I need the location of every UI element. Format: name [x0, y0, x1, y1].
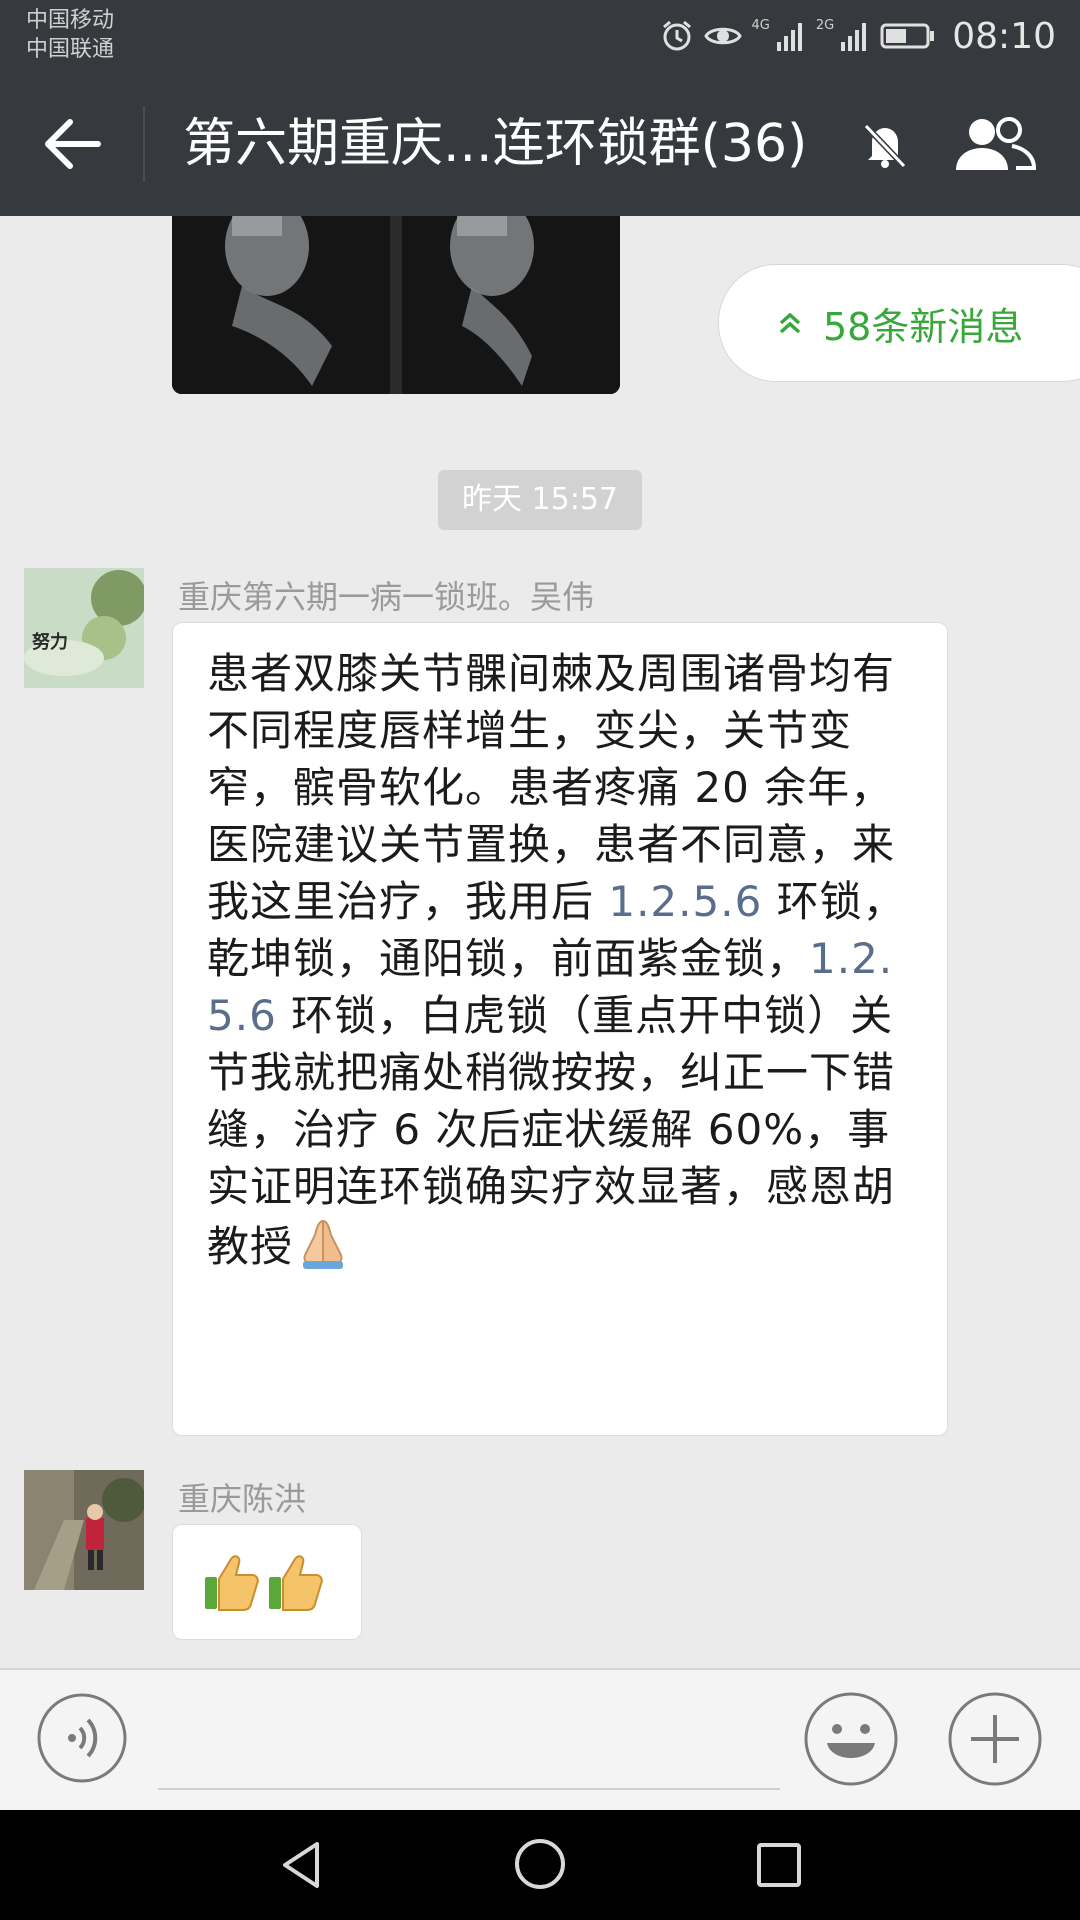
new-messages-button[interactable]: 58条新消息	[718, 264, 1080, 382]
xray-image	[172, 216, 620, 394]
voice-icon	[37, 1693, 127, 1783]
sender-name: 重庆陈洪	[178, 1480, 307, 1518]
input-bar	[0, 1668, 1080, 1812]
avatar-label: 努力	[32, 632, 68, 653]
thumbs-up-icon	[205, 1555, 323, 1611]
message-timestamp: 昨天 15:57	[438, 470, 642, 530]
message-input[interactable]	[158, 1788, 780, 1790]
clock: 08:10	[952, 15, 1056, 57]
carrier-1: 中国移动	[26, 8, 115, 33]
message-bubble[interactable]: 患者双膝关节髁间棘及周围诸骨均有不同程度唇样增生，变尖，关节变窄，髌骨软化。患者…	[172, 622, 948, 1436]
eye-icon	[703, 21, 742, 51]
avatar-image	[24, 1470, 144, 1590]
chat-title: 第六期重庆...连环锁群(36)	[183, 114, 808, 174]
system-nav-bar	[0, 1810, 1080, 1920]
nav-home-icon	[515, 1839, 565, 1889]
avatar[interactable]	[24, 1470, 144, 1590]
back-arrow-icon	[45, 119, 101, 169]
header-divider	[143, 106, 145, 182]
signal-icon-2	[840, 20, 870, 52]
message-text: 患者双膝关节髁间棘及周围诸骨均有不同程度唇样增生，变尖，关节变窄，髌骨软化。患者…	[207, 649, 906, 1271]
back-button[interactable]	[40, 114, 104, 174]
nav-home-button[interactable]	[512, 1836, 568, 1892]
carrier-2: 中国联通	[26, 37, 115, 62]
alarm-icon	[660, 19, 694, 53]
emoji-button[interactable]	[803, 1691, 899, 1787]
message-bubble[interactable]	[172, 1524, 362, 1640]
mute-bell-icon	[858, 118, 912, 172]
battery-icon	[880, 22, 936, 50]
folded-hands-icon	[303, 1219, 344, 1269]
nav-back-button[interactable]	[275, 1838, 329, 1892]
carrier-info: 中国移动 中国联通	[26, 6, 114, 64]
chat-header: 第六期重庆...连环锁群(36)	[0, 72, 1080, 216]
status-icons: 4G 2G 08:10	[660, 12, 1056, 60]
group-members-button[interactable]	[952, 112, 1038, 176]
plus-icon	[948, 1692, 1042, 1786]
sender-name: 重庆第六期一病一锁班。吴伟	[178, 578, 595, 616]
signal-icon	[776, 20, 806, 52]
network-type-2: 2G	[815, 18, 835, 33]
nav-back-icon	[283, 1842, 319, 1888]
more-button[interactable]	[947, 1691, 1043, 1787]
avatar[interactable]: 努力	[24, 568, 144, 688]
group-members-icon	[956, 117, 1037, 170]
status-bar: 中国移动 中国联通 4G 2G 08:10	[0, 0, 1080, 72]
double-chevron-up-icon	[779, 312, 801, 334]
nav-recent-button[interactable]	[754, 1840, 804, 1890]
chat-messages[interactable]: 58条新消息 昨天 15:57 努力 重庆第六期一病一锁班。吴伟 患者双膝关节髁…	[0, 216, 1080, 1668]
voice-button[interactable]	[36, 1692, 128, 1784]
emoji-icon	[804, 1692, 898, 1786]
new-messages-label: 58条新消息	[823, 304, 1024, 349]
network-type-1: 4G	[751, 18, 770, 33]
nav-recent-icon	[757, 1843, 801, 1887]
xray-image-message[interactable]	[172, 216, 620, 394]
